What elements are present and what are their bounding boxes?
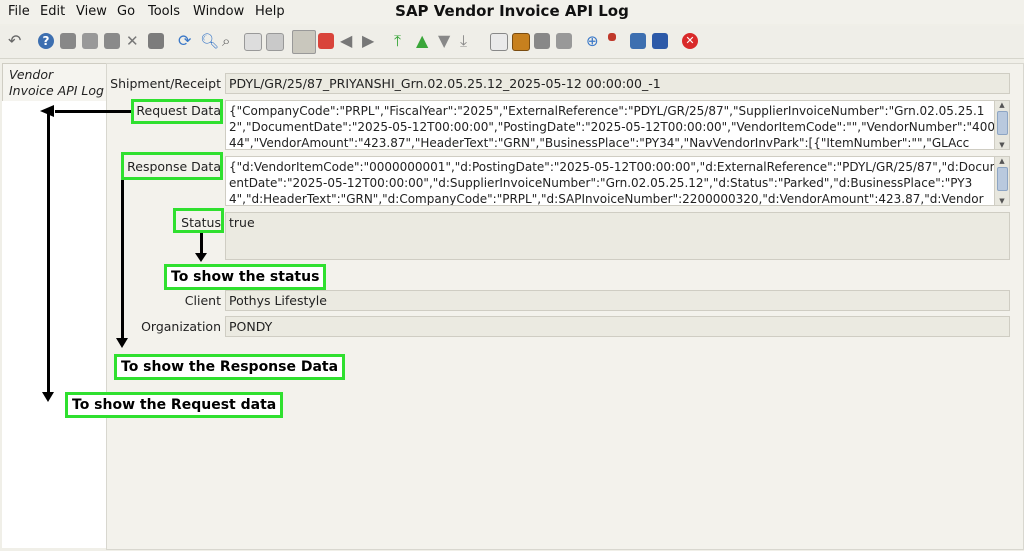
back-icon[interactable]: ◀ [340,33,356,49]
help-icon[interactable]: ? [38,33,54,49]
request-arrow-line [47,112,50,394]
scroll-down-icon[interactable]: ▼ [995,197,1009,205]
response-arrow-head [116,338,128,348]
record-form: Shipment/Receipt PDYL/GR/25/87_PRIYANSHI… [106,63,1024,550]
attachment-icon[interactable]: ⌕ [222,33,238,49]
cancel-icon[interactable]: ✕ [682,33,698,49]
copy-icon[interactable] [82,33,98,49]
save-icon[interactable] [148,33,164,49]
tab-vendor-invoice-api-log[interactable]: Vendor Invoice API Log [2,63,106,103]
report-icon[interactable] [490,33,508,51]
status-note: To show the status [164,264,327,290]
client-field[interactable]: Pothys Lifestyle [225,290,1010,311]
organization-field[interactable]: PONDY [225,316,1010,337]
request-data-text: {"CompanyCode":"PRPL","FiscalYear":"2025… [229,104,1003,150]
zoom-across-icon[interactable]: ⊕ [586,33,602,49]
window-title: SAP Vendor Invoice API Log [395,2,629,20]
request-note: To show the Request data [65,392,284,418]
scroll-up-icon[interactable]: ▲ [995,157,1009,165]
status-field[interactable]: true [225,212,1010,260]
status-label-highlight [173,208,224,233]
response-label-highlight [121,152,223,180]
tab-label-line1: Vendor [9,67,54,82]
organization-label: Organization [141,319,221,334]
request-arrow-horizontal [55,110,131,113]
workflow-icon[interactable] [608,33,616,41]
shipment-label: Shipment/Receipt [110,76,221,91]
tab-label-line2: Invoice API Log [9,83,104,98]
home-icon[interactable] [318,33,334,49]
toolbar: ↶ ? ✕ ⟳ 🔍︎ ⌕ ◀ ▶ ⤒ ▲ ▼ ⤓ ⊕ ✕ [0,26,1024,59]
forward-icon[interactable]: ▶ [362,33,378,49]
refresh-icon[interactable]: ⟳ [178,33,194,49]
response-scrollbar[interactable]: ▲ ▼ [994,157,1009,205]
application-window: File Edit View Go Tools Window Help SAP … [0,0,1024,551]
left-panel [2,101,107,548]
delete-icon[interactable] [104,33,120,49]
shipment-field[interactable]: PDYL/GR/25/87_PRIYANSHI_Grn.02.05.25.12_… [225,73,1010,94]
undo-icon[interactable]: ↶ [8,33,24,49]
status-arrow-head [195,253,207,262]
previous-record-icon[interactable]: ▲ [416,33,432,49]
first-record-icon[interactable]: ⤒ [394,33,410,49]
request-data-field[interactable]: {"CompanyCode":"PRPL","FiscalYear":"2025… [225,100,1010,150]
delete-selection-icon[interactable]: ✕ [126,33,142,49]
find-icon[interactable]: 🔍︎ [200,33,219,49]
menu-bar: File Edit View Go Tools Window Help SAP … [0,0,1024,24]
grid-toggle-icon[interactable] [292,30,316,54]
request-label-highlight [131,99,223,124]
status-arrow-line [200,233,203,255]
request-scrollbar[interactable]: ▲ ▼ [994,101,1009,149]
last-record-icon[interactable]: ⤓ [460,33,476,49]
scroll-down-icon[interactable]: ▼ [995,141,1009,149]
print-preview-icon[interactable] [534,33,550,49]
client-label: Client [184,293,221,308]
product-info-icon[interactable] [630,33,646,49]
response-arrow-line [121,180,124,340]
new-icon[interactable] [60,33,76,49]
next-record-icon[interactable]: ▼ [438,33,454,49]
scroll-thumb[interactable] [997,111,1008,135]
close-window-icon[interactable] [652,33,668,49]
print-icon[interactable] [556,33,572,49]
response-data-text: {"d:VendorItemCode":"0000000001","d:Post… [229,160,1002,206]
chat-icon[interactable] [244,33,262,51]
archive-icon[interactable] [512,33,530,51]
scroll-up-icon[interactable]: ▲ [995,101,1009,109]
scroll-thumb[interactable] [997,167,1008,191]
response-note: To show the Response Data [114,354,346,380]
response-data-field[interactable]: {"d:VendorItemCode":"0000000001","d:Post… [225,156,1010,206]
request-arrow-head [42,392,54,402]
history-icon[interactable] [266,33,284,51]
